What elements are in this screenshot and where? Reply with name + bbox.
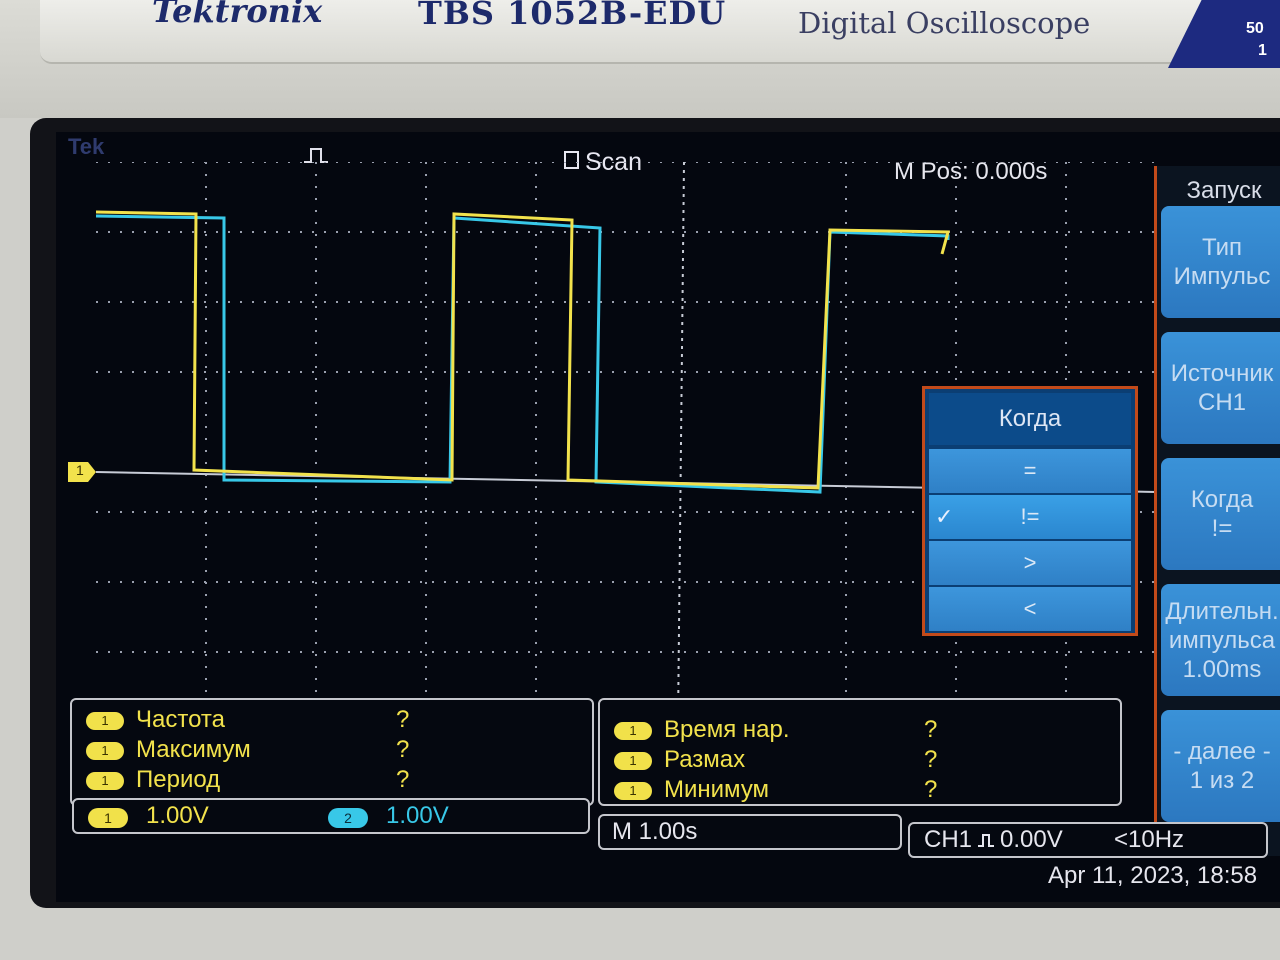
option-label: !=: [1020, 504, 1040, 529]
checkmark-icon: ✓: [935, 504, 954, 529]
softkey-line: Длительн.: [1165, 597, 1279, 625]
popup-title: Когда: [929, 393, 1131, 445]
softkey-line: Источник: [1170, 360, 1274, 387]
trigger-status-bar: CH1 0.00V <10Hz: [908, 822, 1268, 858]
measurement-label: Период: [136, 766, 221, 793]
ch1-chip: 1: [614, 752, 652, 770]
measurements-left: 1 Частота ? 1 Максимум ? 1 Период ?: [70, 698, 594, 806]
softkey-type[interactable]: Тип Импульс: [1161, 206, 1280, 318]
option-label: <: [1023, 596, 1037, 621]
measurement-value: ?: [396, 736, 410, 763]
popup-option-less[interactable]: <: [929, 587, 1131, 631]
measurement-row: 1 Время нар. ?: [614, 716, 1134, 748]
measurement-row: 1 Максимум ?: [86, 736, 606, 768]
ch1-chip: 1: [614, 722, 652, 740]
measurement-row: 1 Частота ?: [86, 706, 606, 738]
rising-pulse-icon: [978, 834, 994, 847]
measurement-label: Частота: [136, 706, 225, 733]
ch1-chip: 1: [86, 742, 124, 760]
softkey-line: Тип: [1201, 234, 1242, 261]
trigger-softkey-menu: Запуск Тип Импульс Источник CH1 Когда !=…: [1154, 166, 1280, 856]
ch2-chip: 2: [328, 808, 368, 828]
measurement-label: Максимум: [136, 736, 251, 763]
softkey-line: Импульс: [1173, 263, 1271, 290]
brand-logo: Tektronix: [152, 0, 323, 30]
badge-line-2: 1: [1258, 42, 1267, 59]
measurement-value: ?: [396, 706, 410, 733]
popup-option-greater[interactable]: >: [929, 541, 1131, 585]
trigger-level: 0.00V: [1000, 826, 1063, 853]
device-description: Digital Oscilloscope: [798, 6, 1091, 40]
timebase-readout: M 1.00s: [612, 818, 698, 845]
trigger-source: CH1: [924, 826, 973, 853]
measurement-value: ?: [924, 716, 938, 743]
softkey-line: - далее -: [1173, 738, 1271, 765]
measurement-label: Минимум: [664, 776, 770, 803]
softkey-source[interactable]: Источник CH1: [1161, 332, 1280, 444]
softkey-line: CH1: [1197, 389, 1246, 416]
timebase-bar: M 1.00s: [598, 814, 902, 850]
when-popup-menu[interactable]: Когда = ✓ != > <: [922, 386, 1138, 636]
softkey-line: 1 из 2: [1189, 767, 1255, 794]
softkey-line: импульса: [1168, 626, 1276, 654]
popup-option-equal[interactable]: =: [929, 449, 1131, 493]
softkey-when[interactable]: Когда !=: [1161, 458, 1280, 570]
measurement-value: ?: [396, 766, 410, 793]
center-axes: [677, 162, 685, 722]
measurement-row: 1 Минимум ?: [614, 776, 1134, 808]
ground-marker-label: 1: [76, 462, 84, 478]
brand-strip: Tektronix TBS 1052B-EDU Digital Oscillos…: [40, 0, 1220, 64]
measurement-row: 1 Размах ?: [614, 746, 1134, 778]
ch1-chip: 1: [86, 772, 124, 790]
softkey-line: Когда: [1190, 486, 1254, 513]
softkey-pulse-width[interactable]: Длительн. импульса 1.00ms: [1161, 584, 1280, 696]
option-label: >: [1023, 550, 1037, 575]
model-name: TBS 1052B-EDU: [418, 0, 727, 32]
tek-logo: Tek: [68, 134, 105, 159]
ch1-chip: 1: [86, 712, 124, 730]
ch2-scale: 1.00V: [386, 802, 449, 829]
measurement-label: Время нар.: [664, 716, 790, 743]
softkey-line: 1.00ms: [1182, 655, 1262, 683]
measurement-row: 1 Период ?: [86, 766, 606, 798]
softkey-line: !=: [1211, 515, 1233, 542]
ch1-chip: 1: [614, 782, 652, 800]
measurements-right: 1 Время нар. ? 1 Размах ? 1 Минимум ?: [598, 698, 1122, 806]
softkey-more[interactable]: - далее - 1 из 2: [1161, 710, 1280, 822]
badge-line-1: 50: [1246, 20, 1264, 37]
date-time: Apr 11, 2023, 18:58: [1048, 862, 1258, 889]
option-label: =: [1023, 458, 1037, 483]
ch1-scale: 1.00V: [146, 802, 209, 829]
trigger-frequency: <10Hz: [1114, 826, 1185, 853]
channel-scale-bar: 1 1.00V 2 1.00V: [72, 798, 590, 834]
oscilloscope-screen: Tek Scan M Pos: 0.000s 1 Когда = ✓ != > …: [56, 132, 1280, 902]
ch1-chip: 1: [88, 808, 128, 828]
menu-title: Запуск: [1186, 177, 1262, 204]
measurement-label: Размах: [664, 746, 746, 773]
measurement-value: ?: [924, 746, 938, 773]
popup-option-not-equal[interactable]: ✓ !=: [929, 495, 1131, 539]
measurement-value: ?: [924, 776, 938, 803]
spec-badge-text: 50 1: [1246, 18, 1267, 62]
